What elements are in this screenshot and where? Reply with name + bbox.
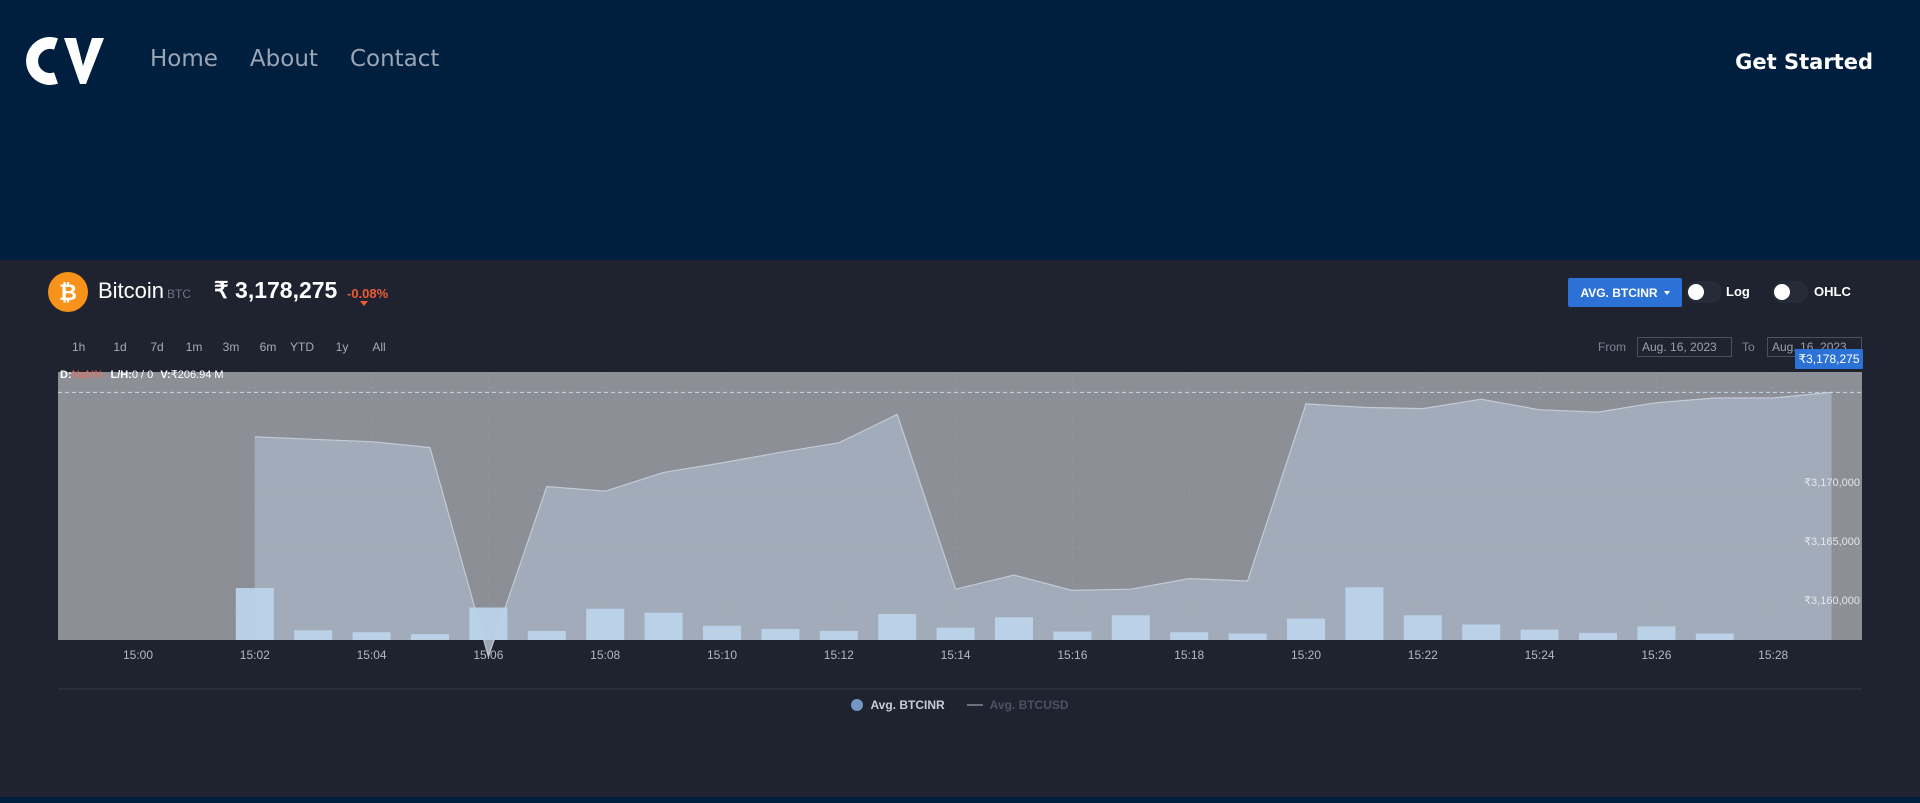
volume-bar	[1637, 626, 1676, 640]
volume-bar	[878, 614, 917, 640]
volume-bar	[761, 628, 800, 640]
y-tick-label: ₹3,160,000	[1804, 595, 1860, 607]
volume-bar	[995, 617, 1033, 640]
volume-bar	[1462, 624, 1501, 640]
legend-item-btcusd[interactable]: Avg. BTCUSD	[966, 698, 1069, 712]
volume-bar	[1170, 632, 1209, 640]
volume-bar	[1520, 629, 1559, 640]
x-tick-label: 15:28	[1758, 648, 1788, 662]
volume-bar	[294, 630, 333, 640]
y-tick-label: ₹3,170,000	[1804, 477, 1860, 489]
x-tick-label: 15:10	[707, 648, 737, 662]
volume-bar	[1579, 632, 1617, 640]
legend-item-btcinr[interactable]: Avg. BTCINR	[851, 698, 945, 712]
volume-bar	[527, 630, 566, 640]
stat-lh-label: L/H:	[110, 369, 132, 381]
volume-bar	[703, 625, 741, 640]
volume-bar	[235, 588, 274, 640]
x-tick-label: 15:06	[473, 648, 503, 662]
x-tick-label: 15:14	[941, 648, 971, 662]
legend-dot-icon	[851, 699, 864, 711]
volume-bar	[644, 612, 683, 640]
volume-bar	[1287, 618, 1325, 640]
legend-label-btcinr: Avg. BTCINR	[870, 698, 945, 712]
stat-d-value: NaN%	[71, 369, 104, 381]
y-tick-label: ₹3,165,000	[1804, 536, 1860, 548]
volume-bar	[1053, 631, 1092, 640]
x-tick-label: 15:20	[1291, 648, 1321, 662]
x-tick-label: 15:04	[357, 648, 387, 662]
volume-bar	[469, 607, 508, 640]
x-tick-label: 15:12	[824, 648, 854, 662]
volume-bar	[411, 634, 449, 640]
x-tick-label: 15:00	[123, 648, 153, 662]
chart-legend: Avg. BTCINR Avg. BTCUSD	[0, 698, 1920, 712]
x-tick-label: 15:22	[1408, 648, 1438, 662]
last-price-label: ₹3,178,275	[1798, 352, 1859, 366]
stat-v-value: ₹206.94 M	[170, 369, 224, 381]
volume-bar	[1403, 615, 1442, 640]
volume-bar	[1111, 615, 1150, 640]
volume-bar	[1345, 587, 1384, 640]
chart-stats: D:NaN% L/H:0 / 0 V:₹206.94 M	[60, 368, 224, 381]
x-tick-label: 15:08	[590, 648, 620, 662]
x-tick-label: 15:26	[1641, 648, 1671, 662]
x-tick-label: 15:18	[1174, 648, 1204, 662]
price-chart[interactable]: ₹3,178,275 ₹3,170,000 ₹3,165,000 ₹3,160,000…	[0, 0, 1920, 700]
volume-bar	[1228, 633, 1267, 640]
x-tick-label: 15:02	[240, 648, 270, 662]
stat-d-label: D:	[60, 369, 72, 381]
x-tick-label: 15:16	[1057, 648, 1087, 662]
volume-bar	[352, 632, 391, 640]
stat-v-label: V:	[160, 369, 171, 381]
footer-strip	[0, 797, 1920, 803]
legend-label-btcusd: Avg. BTCUSD	[989, 698, 1069, 712]
volume-bar	[586, 608, 625, 640]
x-tick-label: 15:24	[1525, 648, 1555, 662]
volume-bar	[819, 630, 858, 640]
legend-line-icon	[966, 704, 983, 706]
volume-bar	[936, 627, 975, 640]
stat-lh-value: 0 / 0	[131, 369, 154, 381]
volume-bar	[1695, 633, 1734, 640]
